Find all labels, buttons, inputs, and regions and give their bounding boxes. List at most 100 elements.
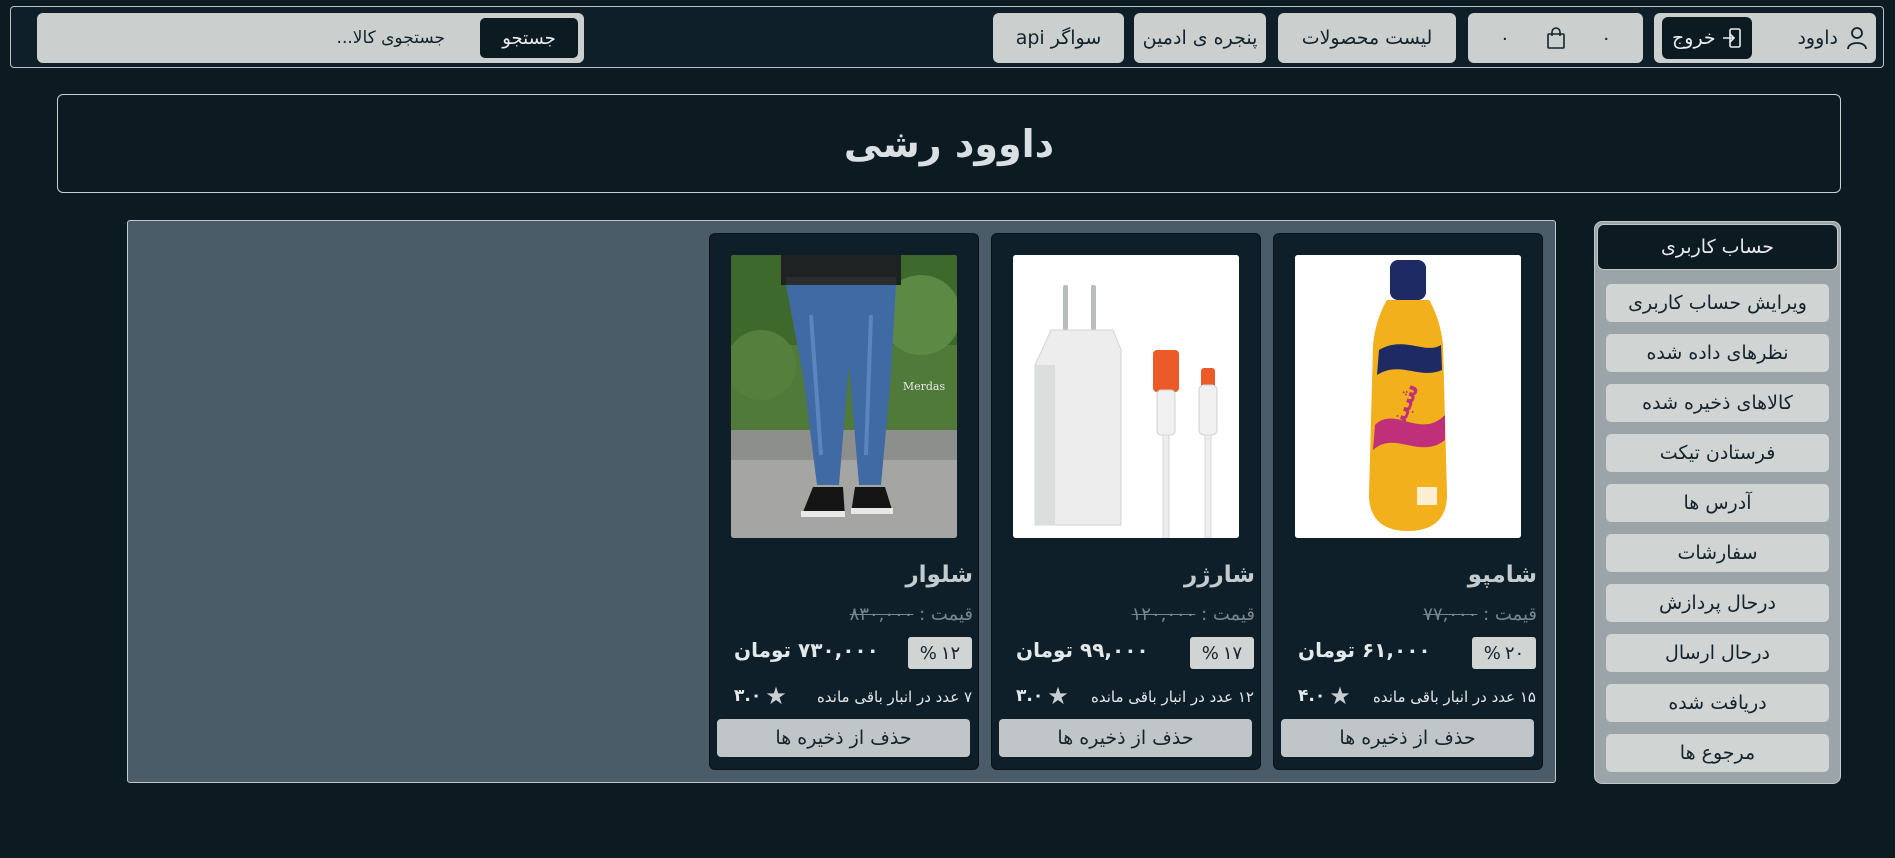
discount-badge: ۱۷ % xyxy=(1190,637,1254,669)
product-price: ۹۹,۰۰۰ تومان xyxy=(1016,638,1149,662)
product-name[interactable]: شلوار xyxy=(905,562,973,588)
remove-label: حذف از ذخیره ها xyxy=(1057,727,1194,749)
product-image-jeans[interactable]: Merdas xyxy=(731,255,957,538)
user-menu: داوود خروج xyxy=(1654,13,1876,63)
sidebar-item-label: دریافت شده xyxy=(1668,692,1767,714)
products-list-label: لیست محصولات xyxy=(1301,27,1433,49)
user-name: داوود xyxy=(1797,27,1838,49)
discount-badge: ۲۰ % xyxy=(1472,637,1536,669)
saved-items-panel: شبنم شامپو قیمت : ۷۷,۰۰۰ ۲۰ % ۶۱,۰۰۰ توم… xyxy=(127,220,1556,783)
sidebar-item-received[interactable]: دریافت شده xyxy=(1606,684,1829,722)
product-old-price: قیمت : ۷۷,۰۰۰ xyxy=(1423,604,1537,625)
discount-sign: % xyxy=(1201,642,1219,664)
old-price-label: قیمت : xyxy=(919,604,973,625)
sidebar-item-comments[interactable]: نظرهای داده شده xyxy=(1606,334,1829,372)
remove-label: حذف از ذخیره ها xyxy=(1339,727,1476,749)
product-rating: ★ ۳.۰ xyxy=(1016,684,1069,708)
product-price: ۶۱,۰۰۰ تومان xyxy=(1298,638,1431,662)
old-price-value: ۷۷,۰۰۰ xyxy=(1423,604,1478,625)
sidebar-item-label: آدرس ها xyxy=(1683,492,1752,514)
remove-from-saved-button[interactable]: حذف از ذخیره ها xyxy=(1281,719,1534,757)
old-price-label: قیمت : xyxy=(1201,604,1255,625)
profile-name: داوود رشی xyxy=(843,121,1055,166)
sidebar-item-label: فرستادن تیکت xyxy=(1659,442,1776,464)
admin-panel-link[interactable]: پنجره ی ادمین xyxy=(1134,13,1266,63)
sidebar-item-label: ویرایش حساب کاربری xyxy=(1628,292,1807,314)
discount-value: ۱۲ xyxy=(940,642,961,664)
remove-from-saved-button[interactable]: حذف از ذخیره ها xyxy=(717,719,970,757)
sidebar-item-label: مرجوع ها xyxy=(1679,742,1756,764)
product-old-price: قیمت : ۸۳۰,۰۰۰ xyxy=(850,604,973,625)
stock-info: ۱۵ عدد در انبار باقی مانده xyxy=(1372,688,1536,706)
sidebar-title-label: حساب کاربری xyxy=(1660,236,1775,258)
top-navbar: داوود خروج ۰ ۰ لیست محصولات پنجره ی ادمی… xyxy=(10,6,1884,68)
rating-value: ۳.۰ xyxy=(734,686,762,706)
rating-value: ۳.۰ xyxy=(1016,686,1044,706)
star-icon: ★ xyxy=(1329,682,1351,710)
charger-image xyxy=(1013,255,1239,538)
discount-value: ۱۷ xyxy=(1222,642,1243,664)
product-image-shampoo[interactable]: شبنم xyxy=(1295,255,1521,538)
search-button[interactable]: جستجو xyxy=(480,18,578,58)
discount-sign: % xyxy=(919,642,937,664)
product-rating: ★ ۴.۰ xyxy=(1298,684,1351,708)
cart-button[interactable]: ۰ ۰ xyxy=(1468,13,1643,63)
search-input[interactable] xyxy=(49,28,449,48)
sidebar-item-processing[interactable]: درحال پردازش xyxy=(1606,584,1829,622)
user-icon xyxy=(1847,27,1867,50)
search-button-label: جستجو xyxy=(502,27,556,49)
old-price-value: ۸۳۰,۰۰۰ xyxy=(849,604,914,625)
old-price-value: ۱۲۰,۰۰۰ xyxy=(1131,604,1196,625)
product-price: ۷۳۰,۰۰۰ تومان xyxy=(734,638,879,662)
sidebar-item-label: سفارشات xyxy=(1677,542,1758,564)
sidebar-item-returns[interactable]: مرجوع ها xyxy=(1606,734,1829,772)
remove-from-saved-button[interactable]: حذف از ذخیره ها xyxy=(999,719,1252,757)
cart-count: ۰ xyxy=(1601,27,1612,49)
shopping-bag-icon xyxy=(1546,27,1565,49)
product-card: شارژر قیمت : ۱۲۰,۰۰۰ ۱۷ % ۹۹,۰۰۰ تومان ۱… xyxy=(991,233,1261,770)
star-icon: ★ xyxy=(1047,682,1069,710)
product-name[interactable]: شامپو xyxy=(1468,562,1537,588)
sidebar-item-orders[interactable]: سفارشات xyxy=(1606,534,1829,572)
sidebar-item-label: درحال ارسال xyxy=(1665,642,1770,664)
sidebar-item-edit-account[interactable]: ویرایش حساب کاربری xyxy=(1606,284,1829,322)
product-rating: ★ ۳.۰ xyxy=(734,684,787,708)
cart-total: ۰ xyxy=(1499,27,1510,49)
logout-button[interactable]: خروج xyxy=(1662,17,1752,59)
product-name[interactable]: شارژر xyxy=(1184,562,1255,588)
discount-badge: ۱۲ % xyxy=(908,637,972,669)
account-sidebar: حساب کاربری ویرایش حساب کاربری نظرهای دا… xyxy=(1594,221,1841,784)
sidebar-item-addresses[interactable]: آدرس ها xyxy=(1606,484,1829,522)
product-card: شبنم شامپو قیمت : ۷۷,۰۰۰ ۲۰ % ۶۱,۰۰۰ توم… xyxy=(1273,233,1543,770)
user-info[interactable]: داوود xyxy=(1797,26,1868,50)
stock-info: ۱۲ عدد در انبار باقی مانده xyxy=(1090,688,1254,706)
products-list-link[interactable]: لیست محصولات xyxy=(1278,13,1456,63)
remove-label: حذف از ذخیره ها xyxy=(775,727,912,749)
jeans-brand-text: Merdas xyxy=(903,380,946,393)
jeans-image: Merdas xyxy=(731,255,957,538)
product-card: Merdas شلوار قیمت : ۸۳۰,۰۰۰ ۱۲ % ۷۳۰,۰۰۰… xyxy=(709,233,979,770)
star-icon: ★ xyxy=(765,682,787,710)
sidebar-item-shipping[interactable]: درحال ارسال xyxy=(1606,634,1829,672)
profile-banner: داوود رشی xyxy=(57,94,1841,193)
old-price-label: قیمت : xyxy=(1483,604,1537,625)
swagger-api-label: سواگر api xyxy=(1015,27,1102,49)
logout-label: خروج xyxy=(1672,27,1716,49)
sidebar-item-saved-items[interactable]: کالاهای ذخیره شده xyxy=(1606,384,1829,422)
search-bar: جستجو xyxy=(37,13,584,63)
swagger-api-link[interactable]: سواگر api xyxy=(993,13,1124,63)
product-image-charger[interactable] xyxy=(1013,255,1239,538)
rating-value: ۴.۰ xyxy=(1298,686,1326,706)
stock-info: ۷ عدد در انبار باقی مانده xyxy=(817,688,972,706)
sidebar-item-send-ticket[interactable]: فرستادن تیکت xyxy=(1606,434,1829,472)
sidebar-title: حساب کاربری xyxy=(1597,224,1838,270)
sidebar-item-label: کالاهای ذخیره شده xyxy=(1642,392,1793,414)
logout-icon xyxy=(1722,28,1741,48)
sidebar-item-label: درحال پردازش xyxy=(1659,592,1776,614)
discount-value: ۲۰ xyxy=(1504,642,1525,664)
product-old-price: قیمت : ۱۲۰,۰۰۰ xyxy=(1132,604,1255,625)
sidebar-item-label: نظرهای داده شده xyxy=(1646,342,1789,364)
admin-panel-label: پنجره ی ادمین xyxy=(1142,27,1258,49)
discount-sign: % xyxy=(1483,642,1501,664)
shampoo-bottle-image: شبنم xyxy=(1295,255,1521,538)
